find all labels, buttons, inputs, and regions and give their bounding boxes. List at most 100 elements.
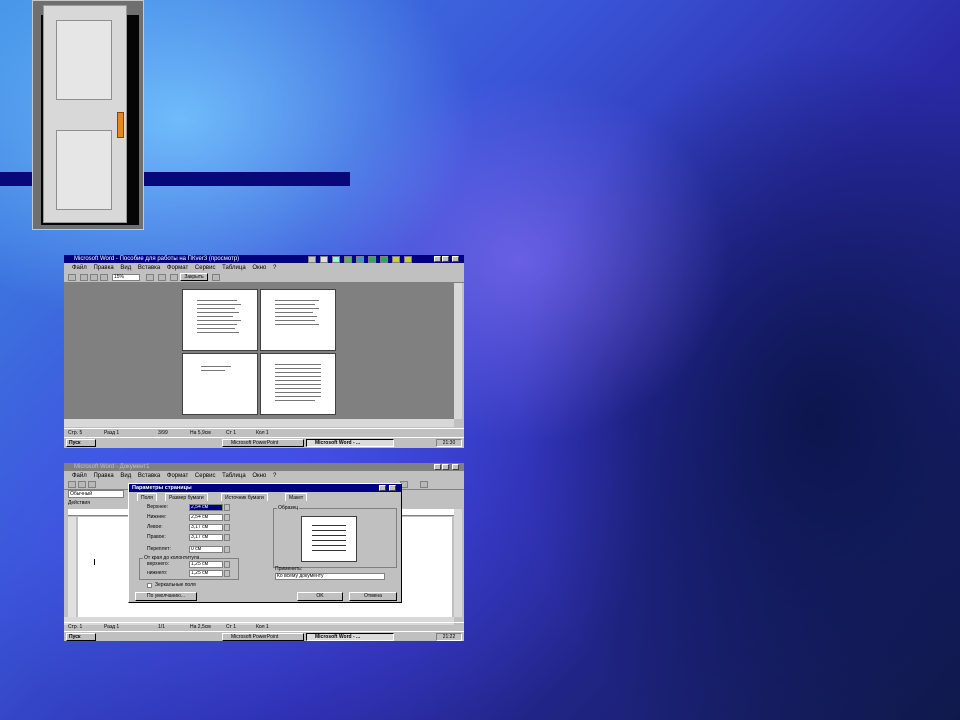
menu-insert[interactable]: Вставка bbox=[138, 473, 160, 479]
menu-window[interactable]: Окно bbox=[252, 265, 266, 271]
horizontal-scrollbar[interactable] bbox=[64, 419, 454, 427]
door-clipart bbox=[32, 0, 144, 230]
gutter-input[interactable]: 0 см bbox=[189, 546, 223, 553]
right-margin-spinner[interactable] bbox=[224, 534, 230, 541]
default-button[interactable]: По умолчанию... bbox=[135, 592, 197, 601]
bottom-margin-spinner[interactable] bbox=[224, 514, 230, 521]
minimize-button[interactable] bbox=[434, 464, 441, 470]
footer-distance-label: нижнего: bbox=[147, 570, 168, 576]
page-thumbnail[interactable] bbox=[260, 353, 336, 415]
ok-button[interactable]: OK bbox=[297, 592, 343, 601]
menu-window[interactable]: Окно bbox=[252, 473, 266, 479]
menu-insert[interactable]: Вставка bbox=[138, 265, 160, 271]
minimize-button[interactable] bbox=[434, 256, 441, 262]
menu-table[interactable]: Таблица bbox=[222, 473, 246, 479]
toolbar-icon[interactable] bbox=[320, 256, 328, 263]
header-distance-spinner[interactable] bbox=[224, 561, 230, 568]
tab-layout[interactable]: Макет bbox=[285, 493, 308, 501]
taskbar-powerpoint[interactable]: Microsoft PowerPoint bbox=[222, 439, 304, 447]
menu-edit[interactable]: Правка bbox=[93, 473, 113, 479]
print-icon[interactable] bbox=[68, 274, 76, 281]
toolbar-icon[interactable] bbox=[392, 256, 400, 263]
menu-format[interactable]: Формат bbox=[167, 473, 188, 479]
close-button[interactable] bbox=[452, 464, 459, 470]
toolbar-icon[interactable] bbox=[332, 256, 340, 263]
taskbar-word[interactable]: Microsoft Word - ... bbox=[306, 439, 394, 447]
vertical-scrollbar[interactable] bbox=[454, 283, 462, 419]
new-document-icon[interactable] bbox=[68, 481, 76, 488]
tab-margins[interactable]: Поля bbox=[137, 493, 157, 501]
menu-help[interactable]: ? bbox=[273, 265, 276, 271]
menu-tools[interactable]: Сервис bbox=[195, 265, 216, 271]
gutter-spinner[interactable] bbox=[224, 546, 230, 553]
door-panel-bottom bbox=[56, 130, 112, 210]
bottom-margin-input[interactable]: 2,54 см bbox=[189, 514, 223, 521]
start-button[interactable]: Пуск bbox=[66, 633, 96, 641]
taskbar-powerpoint[interactable]: Microsoft PowerPoint bbox=[222, 633, 304, 641]
cancel-button[interactable]: Отмена bbox=[349, 592, 397, 601]
start-button[interactable]: Пуск bbox=[66, 439, 96, 447]
style-select[interactable]: Обычный bbox=[68, 490, 124, 498]
magnifier-icon[interactable] bbox=[80, 274, 88, 281]
left-margin-input[interactable]: 3,17 см bbox=[189, 524, 223, 531]
open-folder-icon[interactable] bbox=[78, 481, 86, 488]
shrink-icon[interactable] bbox=[158, 274, 166, 281]
ruler-icon[interactable] bbox=[146, 274, 154, 281]
top-margin-input[interactable]: 2,54 см bbox=[189, 504, 223, 511]
dialog-help-button[interactable] bbox=[379, 485, 386, 491]
menu-edit[interactable]: Правка bbox=[93, 265, 113, 271]
toolbar-icon[interactable] bbox=[344, 256, 352, 263]
status-line: Ст 1 bbox=[226, 624, 237, 630]
gutter-value: 0 см bbox=[191, 546, 202, 552]
multiple-pages-icon[interactable] bbox=[100, 274, 108, 281]
save-icon[interactable] bbox=[88, 481, 96, 488]
zoom-select[interactable]: 15% bbox=[112, 274, 140, 281]
page-thumbnail[interactable] bbox=[182, 289, 258, 351]
one-page-icon[interactable] bbox=[90, 274, 98, 281]
mirror-margins-checkbox[interactable] bbox=[147, 583, 152, 588]
toolbar-icon[interactable] bbox=[308, 256, 316, 263]
tab-paper-size[interactable]: Размер бумаги bbox=[165, 493, 208, 501]
menu-tools[interactable]: Сервис bbox=[195, 473, 216, 479]
page-thumbnail[interactable] bbox=[260, 289, 336, 351]
actions-menu[interactable]: Действия bbox=[68, 500, 90, 507]
toolbar-icon[interactable] bbox=[368, 256, 376, 263]
close-preview-button[interactable]: Закрыть bbox=[180, 273, 208, 281]
menu-view[interactable]: Вид bbox=[120, 473, 131, 479]
tab-label: Макет bbox=[289, 495, 304, 501]
preview-taskbar: Пуск Microsoft PowerPoint Microsoft Word… bbox=[64, 437, 464, 447]
menu-view[interactable]: Вид bbox=[120, 265, 131, 271]
menu-help[interactable]: ? bbox=[273, 473, 276, 479]
vertical-scrollbar[interactable] bbox=[454, 509, 462, 617]
status-position: На 2,5см bbox=[190, 624, 211, 630]
right-margin-input[interactable]: 3,17 см bbox=[189, 534, 223, 541]
toolbar-icon[interactable] bbox=[420, 481, 428, 488]
status-section: Разд 1 bbox=[104, 624, 120, 630]
status-line: Ст 1 bbox=[226, 430, 237, 436]
maximize-button[interactable] bbox=[442, 256, 449, 262]
top-margin-spinner[interactable] bbox=[224, 504, 230, 511]
footer-distance-spinner[interactable] bbox=[224, 570, 230, 577]
menu-table[interactable]: Таблица bbox=[222, 265, 246, 271]
toolbar-icon[interactable] bbox=[380, 256, 388, 263]
toolbar-icon[interactable] bbox=[356, 256, 364, 263]
page-thumbnail[interactable] bbox=[182, 353, 258, 415]
tab-paper-source[interactable]: Источник бумаги bbox=[221, 493, 268, 501]
apply-to-select[interactable]: Ко всему документу bbox=[275, 573, 385, 580]
taskbar-word[interactable]: Microsoft Word - ... bbox=[306, 633, 394, 641]
menu-format[interactable]: Формат bbox=[167, 265, 188, 271]
maximize-button[interactable] bbox=[442, 464, 449, 470]
toolbar-icon[interactable] bbox=[404, 256, 412, 263]
vertical-ruler bbox=[68, 517, 76, 617]
menu-file[interactable]: Файл bbox=[72, 265, 87, 271]
dialog-title: Параметры страницы bbox=[132, 485, 192, 491]
fullscreen-icon[interactable] bbox=[170, 274, 178, 281]
footer-distance-input[interactable]: 1,25 см bbox=[189, 570, 223, 577]
preview-canvas bbox=[64, 283, 454, 419]
left-margin-spinner[interactable] bbox=[224, 524, 230, 531]
header-distance-input[interactable]: 1,25 см bbox=[189, 561, 223, 568]
dialog-close-button[interactable] bbox=[389, 485, 396, 491]
menu-file[interactable]: Файл bbox=[72, 473, 87, 479]
close-button[interactable] bbox=[452, 256, 459, 262]
help-icon[interactable] bbox=[212, 274, 220, 281]
